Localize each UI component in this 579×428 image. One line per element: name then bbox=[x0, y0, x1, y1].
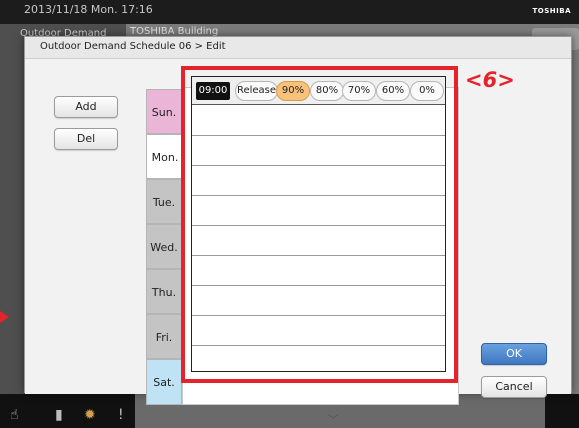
building-icon[interactable]: ▮ bbox=[55, 407, 63, 423]
datetime: 2013/11/18 Mon. 17:16 bbox=[24, 3, 153, 16]
add-button[interactable]: Add bbox=[54, 96, 118, 118]
cancel-button[interactable]: Cancel bbox=[481, 376, 547, 398]
tab-sunday[interactable]: Sun. bbox=[146, 89, 182, 134]
delete-button[interactable]: Del bbox=[54, 128, 118, 150]
dialog-title: Outdoor Demand Schedule 06 > Edit bbox=[40, 41, 226, 52]
tab-monday[interactable]: Mon. bbox=[146, 134, 183, 179]
hand-icon[interactable]: ☝ bbox=[10, 407, 19, 423]
tab-wednesday[interactable]: Wed. bbox=[146, 224, 182, 269]
pointer-arrow-icon bbox=[0, 311, 9, 323]
tab-thursday[interactable]: Thu. bbox=[146, 269, 182, 314]
tab-saturday[interactable]: Sat. bbox=[146, 359, 182, 405]
scroll-down-icon[interactable]: ﹀ bbox=[327, 411, 339, 428]
tab-friday[interactable]: Fri. bbox=[146, 314, 182, 359]
sun-icon[interactable]: ✹ bbox=[84, 407, 96, 423]
brand-logo: TOSHIBA bbox=[532, 7, 571, 15]
screen: 2013/11/18 Mon. 17:16 TOSHIBA Outdoor De… bbox=[0, 0, 579, 428]
callout-label: <6> bbox=[465, 68, 515, 92]
ok-button[interactable]: OK bbox=[481, 343, 547, 365]
tab-tuesday[interactable]: Tue. bbox=[146, 179, 182, 224]
top-bar: 2013/11/18 Mon. 17:16 TOSHIBA bbox=[0, 0, 579, 24]
callout-highlight-box bbox=[181, 66, 458, 383]
alert-icon[interactable]: ! bbox=[118, 407, 124, 423]
dialog-header: Outdoor Demand Schedule 06 > Edit bbox=[25, 37, 571, 59]
